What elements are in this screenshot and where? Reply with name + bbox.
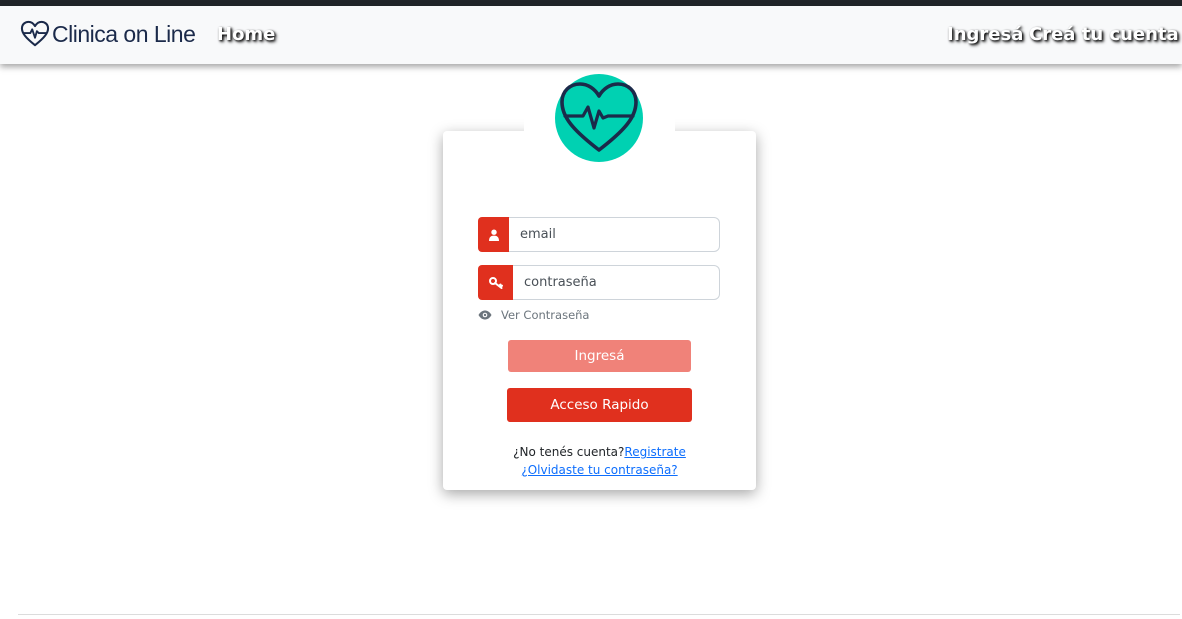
brand-link[interactable]: Clinica on Line [20,20,196,48]
heart-pulse-icon [20,20,50,47]
forgot-row: ¿Olvidaste tu contraseña? [443,463,756,477]
nav-login-link[interactable]: Ingresá [947,24,1023,45]
register-prompt: ¿No tenés cuenta?Registrate [443,445,756,459]
forgot-password-link[interactable]: ¿Olvidaste tu contraseña? [521,463,677,477]
password-input[interactable] [513,265,720,300]
no-account-text: ¿No tenés cuenta? [513,445,625,459]
login-avatar [555,74,643,162]
show-password-label: Ver Contraseña [501,308,590,322]
nav-home-link[interactable]: Home [217,24,275,45]
heart-pulse-icon [560,82,638,152]
navbar: Clinica on Line Home Ingresá Creá tu cue… [0,6,1182,64]
email-group [478,217,720,252]
email-input[interactable] [509,217,720,252]
nav-register-link[interactable]: Creá tu cuenta [1029,24,1179,45]
password-group [478,265,720,300]
quick-access-button[interactable]: Acceso Rapido [507,388,692,422]
key-icon [478,265,513,300]
footer-divider [18,614,1180,615]
user-icon [478,217,509,252]
eye-icon [478,310,492,320]
brand-name: Clinica on Line [52,20,196,47]
login-button[interactable]: Ingresá [508,340,691,372]
register-link[interactable]: Registrate [624,445,685,459]
show-password-toggle[interactable]: Ver Contraseña [478,308,589,322]
